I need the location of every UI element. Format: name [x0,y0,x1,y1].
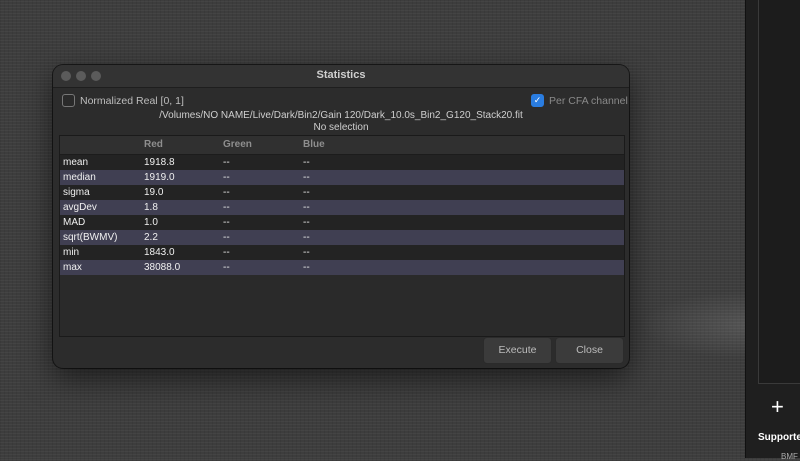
blue-value: -- [303,157,310,168]
green-value: -- [223,232,230,243]
row-label: mean [63,157,89,168]
table-row[interactable]: avgDev 1.8 -- -- [60,200,624,215]
supported-label: Supporte [758,432,800,443]
row-label: sigma [63,187,90,198]
red-value: 2.2 [144,232,158,243]
red-value: 1.0 [144,217,158,228]
green-value: -- [223,157,230,168]
per-cfa-checkbox[interactable]: ✓ [531,94,544,107]
statistics-window: Statistics Normalized Real [0, 1] ✓ Per … [53,65,629,368]
blue-value: -- [303,232,310,243]
blue-value: -- [303,247,310,258]
close-button[interactable]: Close [555,337,624,364]
green-value: -- [223,187,230,198]
blue-value: -- [303,187,310,198]
per-cfa-label: Per CFA channel [549,94,628,107]
window-title: Statistics [316,69,366,81]
normalized-option[interactable]: Normalized Real [0, 1] [62,94,184,107]
red-value: 1.8 [144,202,158,213]
red-value: 1918.8 [144,157,175,168]
blue-value: -- [303,202,310,213]
row-label: avgDev [63,202,97,213]
table-row[interactable]: max 38088.0 -- -- [60,260,624,275]
table-header: Red Green Blue [60,136,624,155]
selection-status: No selection [313,122,369,133]
per-cfa-option[interactable]: ✓ Per CFA channel [531,94,628,107]
row-label: median [63,172,96,183]
title-bar: Statistics [53,65,629,88]
green-value: -- [223,172,230,183]
normalized-checkbox[interactable] [62,94,75,107]
table-row[interactable]: sqrt(BWMV) 2.2 -- -- [60,230,624,245]
column-header-green: Green [223,139,252,150]
blue-value: -- [303,217,310,228]
right-side-panel: + Supporte BMF [745,0,800,461]
add-icon[interactable]: + [771,396,784,418]
green-value: -- [223,202,230,213]
table-row[interactable]: sigma 19.0 -- -- [60,185,624,200]
side-list-area [758,0,800,384]
background-glow [640,290,750,360]
table-row[interactable]: mean 1918.8 -- -- [60,155,624,170]
file-path: /Volumes/NO NAME/Live/Dark/Bin2/Gain 120… [159,110,523,121]
side-list-item: BMF [781,452,798,461]
row-label: min [63,247,80,258]
table-row[interactable]: median 1919.0 -- -- [60,170,624,185]
table-row[interactable]: min 1843.0 -- -- [60,245,624,260]
blue-value: -- [303,172,310,183]
green-value: -- [223,262,230,273]
row-label: sqrt(BWMV) [63,232,118,243]
table-row[interactable]: MAD 1.0 -- -- [60,215,624,230]
blue-value: -- [303,262,310,273]
column-header-blue: Blue [303,139,325,150]
row-label: MAD [63,217,86,228]
red-value: 1843.0 [144,247,175,258]
green-value: -- [223,247,230,258]
red-value: 1919.0 [144,172,175,183]
normalized-label: Normalized Real [0, 1] [80,94,184,107]
red-value: 19.0 [144,187,164,198]
column-header-red: Red [144,139,163,150]
red-value: 38088.0 [144,262,181,273]
row-label: max [63,262,82,273]
execute-button[interactable]: Execute [483,337,552,364]
green-value: -- [223,217,230,228]
statistics-table: Red Green Blue mean 1918.8 -- -- median … [59,135,625,337]
